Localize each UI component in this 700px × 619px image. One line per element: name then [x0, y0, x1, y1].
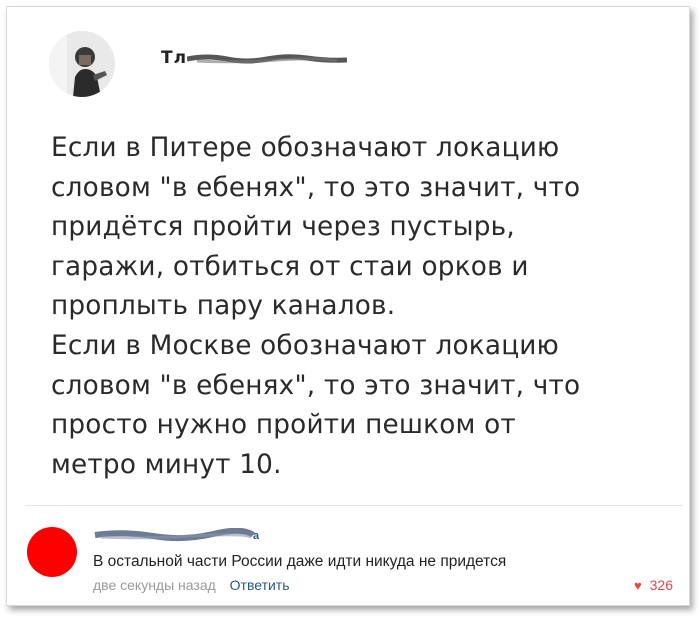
reply-button[interactable]: Ответить [230, 577, 290, 593]
heart-icon: ♥ [634, 578, 642, 593]
post-line: гаражи, отбиться от стаи орков и [51, 251, 529, 282]
author-name-blur [187, 54, 347, 64]
commenter-name-blur: а [94, 527, 260, 542]
post-text: Если в Питере обозначают локацию словом … [51, 129, 661, 485]
post-line: придётся пройти через пустырь, [51, 212, 515, 243]
like-button[interactable]: ♥ 326 [634, 577, 673, 593]
commenter-name-fragment: а [253, 530, 260, 542]
post-line: Если в Москве обозначают локацию [51, 330, 559, 361]
post-line: проплыть пару каналов. [51, 291, 396, 322]
comment-meta: две секунды назад Ответить [93, 577, 290, 593]
like-count: 326 [649, 577, 673, 593]
post-card: Тл Если в Питере обозначают локацию слов… [6, 6, 690, 606]
post-line: словом "в ебенях", то это значит, что [51, 172, 581, 203]
post-line: словом "в ебенях", то это значит, что [51, 370, 581, 401]
comment: а В остальной части России даже идти ник… [7, 517, 689, 602]
post-line: Если в Питере обозначают локацию [51, 133, 560, 163]
comment-text: В остальной части России даже идти никуд… [93, 553, 507, 570]
author-avatar[interactable] [49, 31, 115, 97]
comment-divider [25, 505, 683, 506]
author-name[interactable]: Тл [161, 48, 187, 68]
commenter-avatar[interactable] [27, 527, 77, 577]
comment-time[interactable]: две секунды назад [93, 577, 216, 593]
post-line: метро минут 10. [51, 449, 282, 480]
post-line: просто нужно пройти пешком от [51, 410, 516, 441]
commenter-name[interactable]: а [93, 527, 263, 542]
